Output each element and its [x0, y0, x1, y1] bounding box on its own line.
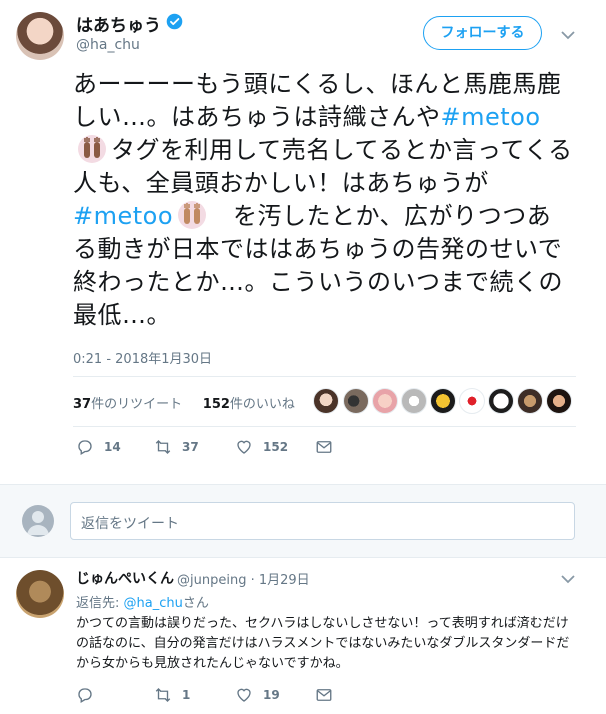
reply-author-avatar[interactable]	[16, 570, 64, 618]
like-count: 19	[263, 688, 280, 702]
liker-avatar[interactable]	[313, 388, 339, 414]
liker-avatar[interactable]	[488, 388, 514, 414]
reply-author-handle-and-date: @junpeing · 1月29日	[177, 569, 310, 588]
replying-to-suffix: さん	[182, 596, 209, 611]
likes-count: 152	[202, 397, 230, 412]
main-tweet: はあちゅう @ha_chu フォローする あーーーーもう頭にくるし、ほんと馬鹿馬…	[0, 0, 606, 484]
verified-badge-icon	[166, 13, 183, 30]
tweet-text-part: タグを利用して売名してるとか言ってくる人も、全員頭おかしい！はあちゅうが	[73, 136, 573, 197]
liker-avatar[interactable]	[430, 388, 456, 414]
likes-stat[interactable]: 152件のいいね	[203, 397, 295, 412]
reply-count: 14	[104, 440, 121, 454]
author-display-name[interactable]: はあちゅう	[76, 11, 161, 36]
raised-hands-emoji-icon	[78, 135, 106, 163]
liker-avatar[interactable]	[459, 388, 485, 414]
liker-avatar[interactable]	[517, 388, 543, 414]
tweet-text: あーーーーもう頭にくるし、ほんと馬鹿馬鹿しい…。はあちゅうは詩織さんや#meto…	[73, 68, 573, 332]
reply-date[interactable]: · 1月29日	[251, 573, 310, 588]
retweets-label: 件のリツイート	[91, 397, 183, 412]
replying-to-handle[interactable]: @ha_chu	[124, 596, 183, 611]
hashtag-link[interactable]: #metoo	[441, 103, 541, 131]
retweets-stat[interactable]: 37件のリツイート	[73, 397, 182, 412]
heart-icon	[237, 440, 251, 454]
retweet-icon	[155, 688, 171, 702]
heart-icon	[237, 688, 251, 702]
author-avatar[interactable]	[16, 12, 64, 60]
replying-to: 返信先: @ha_chuさん	[76, 592, 209, 611]
divider	[73, 376, 576, 377]
envelope-icon	[316, 441, 332, 453]
hashtag-link[interactable]: #metoo	[73, 202, 173, 230]
retweet-action[interactable]: 1	[154, 686, 190, 704]
chevron-down-icon[interactable]	[561, 30, 575, 40]
like-action[interactable]: 19	[235, 686, 280, 704]
liker-avatar[interactable]	[343, 388, 369, 414]
retweets-count: 37	[73, 397, 92, 412]
retweet-count: 1	[182, 688, 191, 702]
liker-avatar[interactable]	[372, 388, 398, 414]
reply-author-handle[interactable]: @junpeing	[177, 573, 246, 588]
follow-button[interactable]: フォローする	[423, 16, 542, 50]
direct-message-action[interactable]	[315, 686, 343, 704]
reply-action[interactable]	[76, 686, 104, 704]
default-user-icon	[27, 511, 49, 535]
tweet-timestamp[interactable]: 0:21 - 2018年1月30日	[73, 348, 212, 367]
divider	[73, 426, 576, 427]
reply-author-name[interactable]: じゅんぺいくん	[76, 568, 174, 588]
reply-icon	[78, 688, 92, 703]
reply-tweet: じゅんぺいくん @junpeing · 1月29日 返信先: @ha_chuさん…	[0, 558, 606, 714]
like-action[interactable]: 152	[235, 438, 288, 456]
envelope-icon	[316, 689, 332, 701]
direct-message-action[interactable]	[315, 438, 343, 456]
liker-avatar[interactable]	[401, 388, 427, 414]
replying-to-label: 返信先:	[76, 596, 120, 611]
reply-text: かつての言動は誤りだった、セクハラはしないしさせない！って表明すれば済むだけの話…	[76, 616, 570, 671]
reply-action[interactable]: 14	[76, 438, 121, 456]
author-handle[interactable]: @ha_chu	[76, 37, 140, 53]
current-user-avatar	[22, 505, 54, 537]
reply-composer: 返信をツイート	[0, 484, 606, 558]
retweet-count: 37	[182, 440, 199, 454]
liker-avatar[interactable]	[546, 388, 572, 414]
chevron-down-icon[interactable]	[561, 574, 575, 584]
reply-icon	[78, 440, 92, 455]
raised-hands-emoji-icon	[178, 201, 207, 229]
retweet-icon	[155, 440, 171, 454]
retweet-action[interactable]: 37	[154, 438, 199, 456]
like-count: 152	[263, 440, 289, 454]
likes-label: 件のいいね	[229, 397, 295, 412]
engagement-stats: 37件のリツイート 152件のいいね	[73, 393, 295, 412]
reply-input[interactable]: 返信をツイート	[70, 502, 575, 540]
